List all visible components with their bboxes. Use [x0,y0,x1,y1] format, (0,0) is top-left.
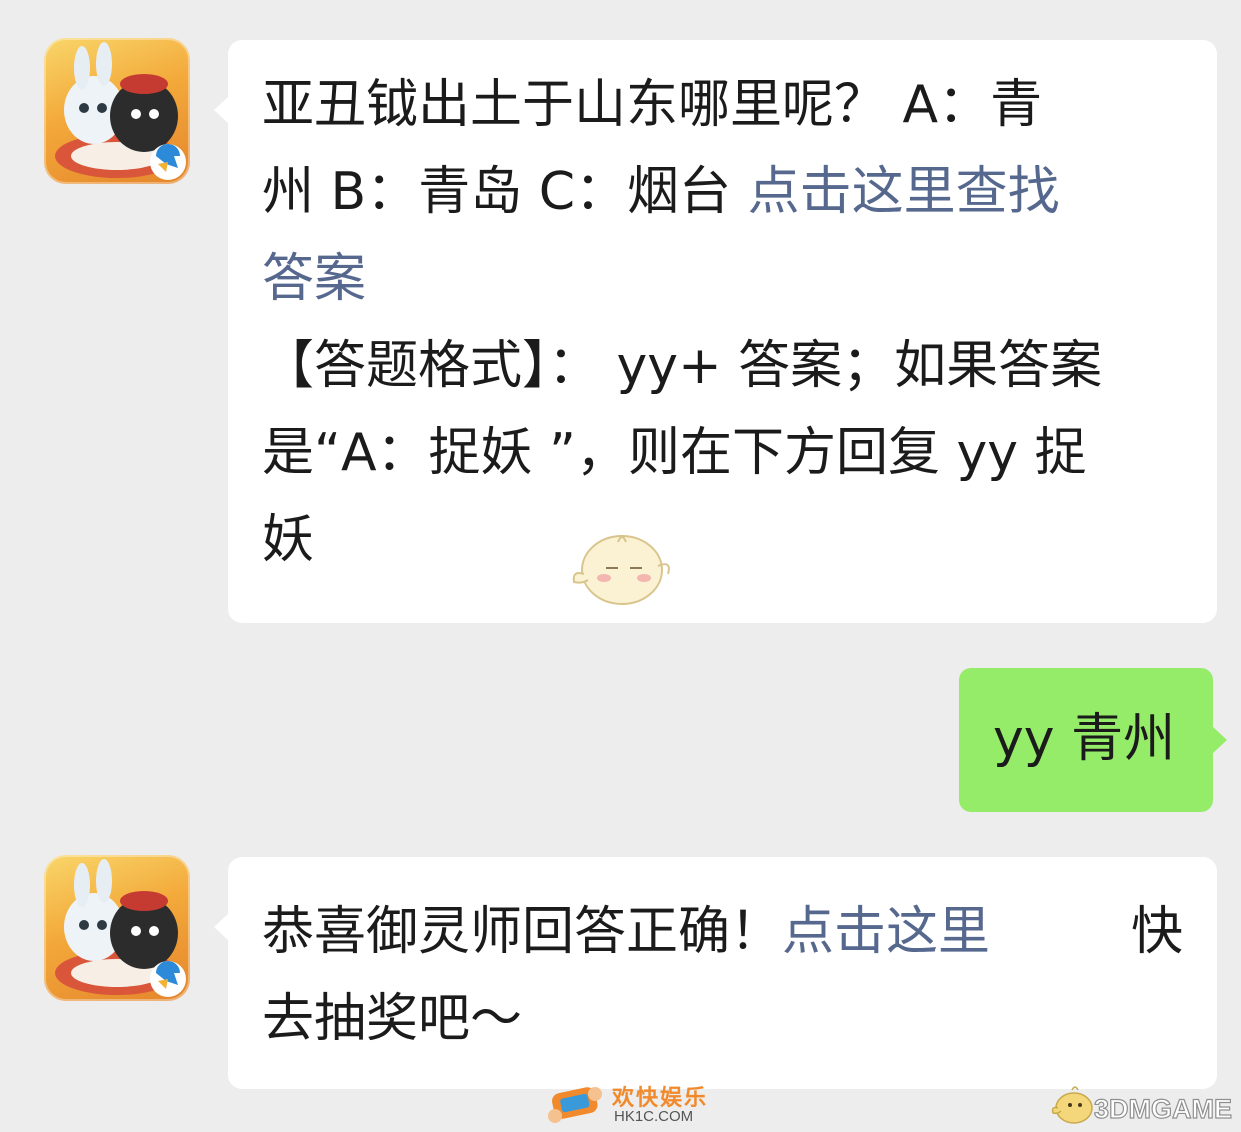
question-options-text: 州 B：青岛 C：烟台 [262,162,748,222]
find-answer-link-continued[interactable]: 答案 [262,249,366,309]
result-text: 恭喜御灵师回答正确！ [262,902,783,962]
answer-format-text: 【答题格式】： yy+ 答案；如果答案 [262,336,1103,396]
bot-avatar[interactable] [44,38,190,184]
result-line-2: 去抽奖吧～ [262,976,1183,1063]
bot-question-message: 亚丑钺出土于山东哪里呢？ A：青 州 B：青岛 C：烟台 点击这里查找 答案 【… [214,40,1217,623]
question-text: 亚丑钺出土于山东哪里呢？ A：青 [262,75,1043,135]
answer-format-example: 是“A：捉妖 ”，则在下方回复 yy 捉 [262,423,1087,483]
result-text-end: 去抽奖吧～ [262,989,523,1049]
format-line-3: 妖 [262,497,1183,584]
lottery-link[interactable]: 点击这里 [782,902,990,962]
result-text-tail: 快 [1130,902,1183,962]
answer-format-example-end: 妖 [262,510,315,570]
question-line-2: 州 B：青岛 C：烟台 点击这里查找 [262,149,1183,236]
question-line-1: 亚丑钺出土于山东哪里呢？ A：青 [262,62,1183,149]
user-reply-message: yy 青州 [959,668,1227,812]
question-line-3: 答案 [262,236,1183,323]
find-answer-link[interactable]: 点击这里查找 [748,162,1060,222]
3dm-chick-logo-icon [1051,1086,1093,1124]
result-line-1: 恭喜御灵师回答正确！点击这里 快 [262,889,1183,976]
game-mascot-icon [55,859,186,997]
bot-avatar[interactable] [44,855,190,1001]
bot-result-message: 恭喜御灵师回答正确！点击这里 快 去抽奖吧～ [214,857,1217,1089]
hk1c-domain-watermark: HK1C.COM [614,1108,694,1125]
user-reply-text: yy 青州 [993,709,1176,769]
chick-sticker-icon [572,535,670,605]
format-line-2: 是“A：捉妖 ”，则在下方回复 yy 捉 [262,410,1183,497]
hk1c-logo-icon [548,1087,602,1123]
3dmgame-watermark: 3DMGAME [1093,1093,1233,1124]
game-mascot-icon [55,42,186,180]
format-line-1: 【答题格式】： yy+ 答案；如果答案 [262,323,1183,410]
